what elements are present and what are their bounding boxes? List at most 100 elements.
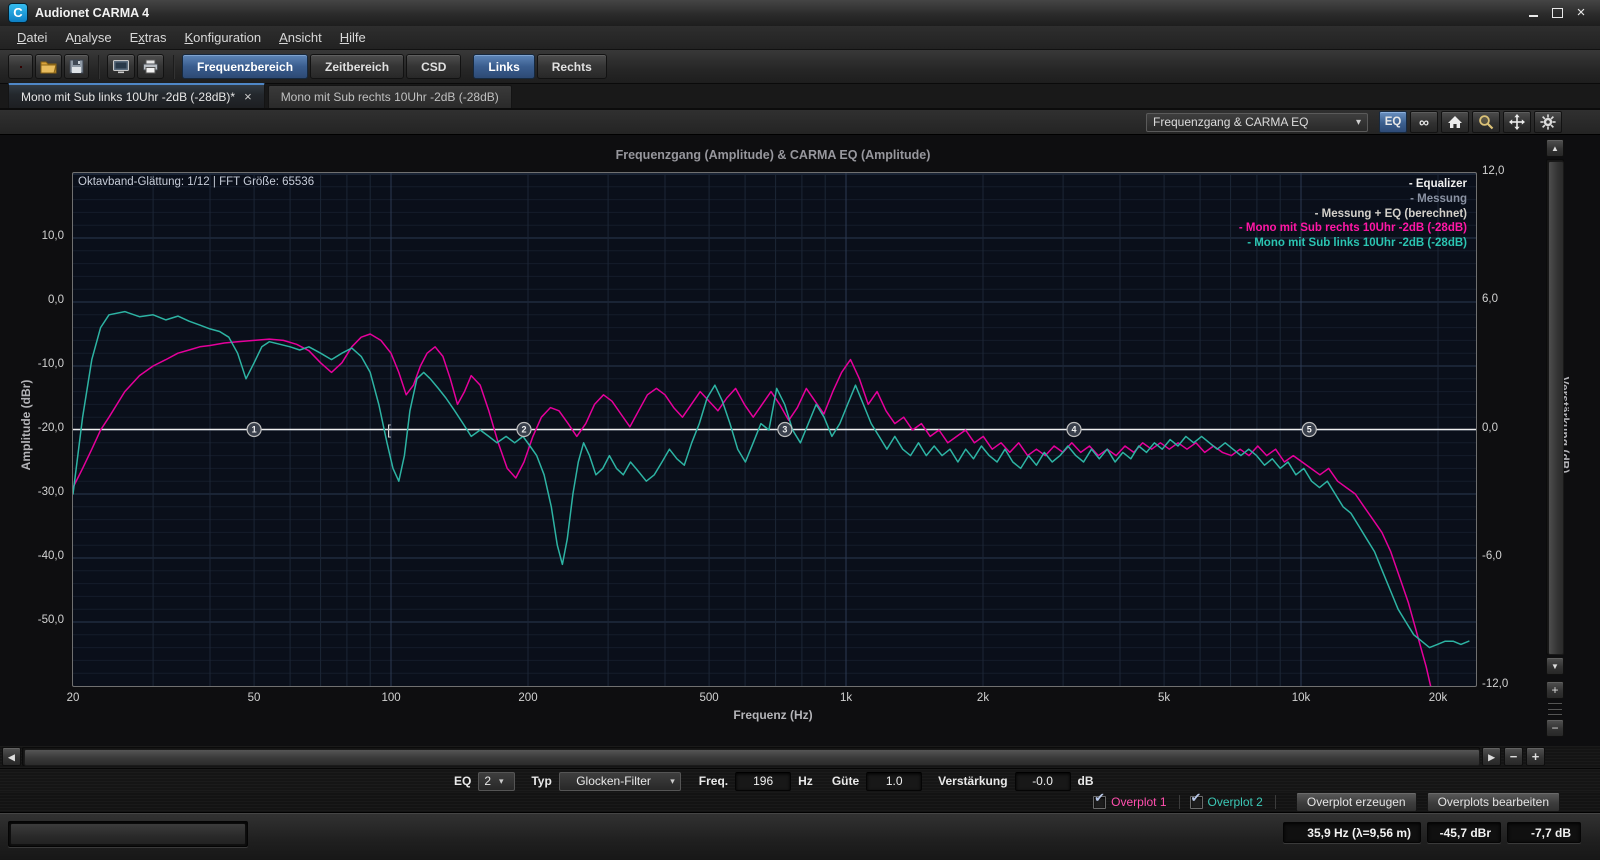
zoom-out-y-button[interactable]: − xyxy=(1546,719,1564,737)
zoom-in-y-button[interactable]: + xyxy=(1546,681,1564,699)
freq-input[interactable] xyxy=(735,772,791,791)
q-input[interactable] xyxy=(866,772,922,791)
scroll-up-button[interactable]: ▲ xyxy=(1546,139,1564,157)
check-icon: ✔ xyxy=(1094,790,1105,806)
zoom-button[interactable] xyxy=(1472,111,1500,133)
tab-label: Mono mit Sub links 10Uhr -2dB (-28dB)* xyxy=(21,90,235,104)
settings-icon xyxy=(1540,114,1556,130)
horizontal-scroll-thumb[interactable] xyxy=(24,749,1480,766)
series-mono-mit-sub-rechts-10uhr-2db-28db- xyxy=(73,334,1450,686)
x-tick: 20 xyxy=(67,692,80,704)
view-toolbar: Frequenzgang & CARMA EQ ▾ EQ ∞ xyxy=(0,110,1600,135)
horizontal-scroll-track[interactable] xyxy=(22,747,1480,766)
view-select-value: Frequenzgang & CARMA EQ xyxy=(1153,115,1308,129)
y-left-tick: 10,0 xyxy=(0,230,64,242)
move-button[interactable] xyxy=(1503,111,1531,133)
link-icon: ∞ xyxy=(1419,114,1429,130)
vertical-scroll-thumb[interactable] xyxy=(1548,161,1564,655)
overplot-button-1[interactable]: Overplot erzeugen xyxy=(1296,792,1417,812)
tab-1[interactable]: Mono mit Sub links 10Uhr -2dB (-28dB)* × xyxy=(8,83,265,108)
x-tick: 5k xyxy=(1158,692,1170,704)
minimize-icon[interactable] xyxy=(1524,6,1542,20)
menu-item-analyse[interactable]: Analyse xyxy=(56,27,120,48)
gain-unit-label: dB xyxy=(1078,774,1094,788)
overplot-checkbox-1[interactable]: ✔ xyxy=(1093,796,1105,808)
filter-type-select[interactable]: Glocken-Filter ▾ xyxy=(559,772,681,791)
eq-toggle-button[interactable]: EQ xyxy=(1379,111,1407,133)
view-button-zeitbereich[interactable]: Zeitbereich xyxy=(310,54,404,79)
y-left-tick: -20,0 xyxy=(0,422,64,434)
gain-input[interactable] xyxy=(1015,772,1071,791)
record-button[interactable] xyxy=(8,54,33,79)
chart-title: Frequenzgang (Amplitude) & CARMA EQ (Amp… xyxy=(0,148,1546,162)
y-left-tick: 0,0 xyxy=(0,294,64,306)
x-tick: 100 xyxy=(381,692,400,704)
menu-item-datei[interactable]: Datei xyxy=(8,27,56,48)
plot-area[interactable]: [1 2 3 4 5 xyxy=(72,172,1477,687)
freq-unit-label: Hz xyxy=(798,774,813,788)
channel-button-rechts[interactable]: Rechts xyxy=(537,54,607,79)
zoom-out-x-button[interactable]: − xyxy=(1504,747,1523,766)
view-select[interactable]: Frequenzgang & CARMA EQ ▾ xyxy=(1146,113,1368,132)
separator xyxy=(1275,795,1276,809)
menu-item-ansicht[interactable]: Ansicht xyxy=(270,27,331,48)
save-icon xyxy=(69,59,84,74)
open-button[interactable] xyxy=(35,54,62,79)
eq-marker-1[interactable]: 1 xyxy=(247,423,261,437)
maximize-icon[interactable] xyxy=(1548,6,1566,20)
print-button[interactable] xyxy=(137,54,164,79)
eq-cursor-bracket[interactable]: [ xyxy=(387,422,391,438)
svg-text:1: 1 xyxy=(252,425,257,435)
view-button-csd[interactable]: CSD xyxy=(406,54,461,79)
smoothing-info-label: Oktavband-Glättung: 1/12 | FFT Größe: 65… xyxy=(78,176,314,188)
eq-number-select[interactable]: 2 ▾ xyxy=(478,772,515,791)
vertical-scroll-track[interactable] xyxy=(1546,159,1564,655)
x-tick: 500 xyxy=(699,692,718,704)
toolbar: FrequenzbereichZeitbereichCSD LinksRecht… xyxy=(0,50,1600,84)
menu-item-konfiguration[interactable]: Konfiguration xyxy=(175,27,270,48)
view-button-frequenzbereich[interactable]: Frequenzbereich xyxy=(182,54,308,79)
toolbar-separator xyxy=(98,55,100,79)
vertical-scrollbar: ▲ ▼ + − xyxy=(1546,139,1564,739)
window-title: Audionet CARMA 4 xyxy=(35,6,149,20)
scroll-left-button[interactable]: ◀ xyxy=(2,747,21,766)
close-icon[interactable]: × xyxy=(1572,6,1590,20)
eq-marker-2[interactable]: 2 xyxy=(517,423,531,437)
eq-marker-4[interactable]: 4 xyxy=(1067,423,1081,437)
scroll-down-button[interactable]: ▼ xyxy=(1546,657,1564,675)
x-tick: 50 xyxy=(248,692,261,704)
svg-text:2: 2 xyxy=(521,425,526,435)
scrollbar-grip[interactable] xyxy=(1548,703,1562,715)
screenshot-button[interactable] xyxy=(107,54,135,79)
y-right-tick: -12,0 xyxy=(1482,678,1508,690)
home-icon xyxy=(1447,115,1463,129)
home-button[interactable] xyxy=(1441,111,1469,133)
x-tick: 200 xyxy=(518,692,537,704)
menu-item-hilfe[interactable]: Hilfe xyxy=(331,27,375,48)
eq-marker-5[interactable]: 5 xyxy=(1302,423,1316,437)
tab-2[interactable]: Mono mit Sub rechts 10Uhr -2dB (-28dB) xyxy=(268,85,512,108)
channel-button-links[interactable]: Links xyxy=(473,54,534,79)
check-icon: ✔ xyxy=(1191,790,1202,806)
overplot-button-2[interactable]: Overplots bearbeiten xyxy=(1427,792,1560,812)
zoom-icon xyxy=(1478,114,1494,130)
window-controls: × xyxy=(1524,6,1590,20)
menu-item-extras[interactable]: Extras xyxy=(121,27,176,48)
tab-close-icon[interactable]: × xyxy=(244,92,252,102)
scroll-right-button[interactable]: ▶ xyxy=(1482,747,1501,766)
overplot-row: ✔Overplot 1✔Overplot 2Overplot erzeugenO… xyxy=(0,792,1600,812)
link-button[interactable]: ∞ xyxy=(1410,111,1438,133)
screenshot-icon xyxy=(112,59,130,74)
open-icon xyxy=(40,59,57,74)
app-icon: C xyxy=(9,4,27,22)
toolbar-separator xyxy=(173,55,175,79)
x-tick: 10k xyxy=(1292,692,1311,704)
settings-button[interactable] xyxy=(1534,111,1562,133)
q-label: Güte xyxy=(832,774,859,788)
status-field-2: -45,7 dBr xyxy=(1427,822,1501,843)
zoom-in-x-button[interactable]: + xyxy=(1526,747,1545,766)
y-right-tick: 12,0 xyxy=(1482,165,1504,177)
eq-marker-3[interactable]: 3 xyxy=(778,423,792,437)
overplot-checkbox-2[interactable]: ✔ xyxy=(1190,796,1202,808)
save-button[interactable] xyxy=(64,54,89,79)
